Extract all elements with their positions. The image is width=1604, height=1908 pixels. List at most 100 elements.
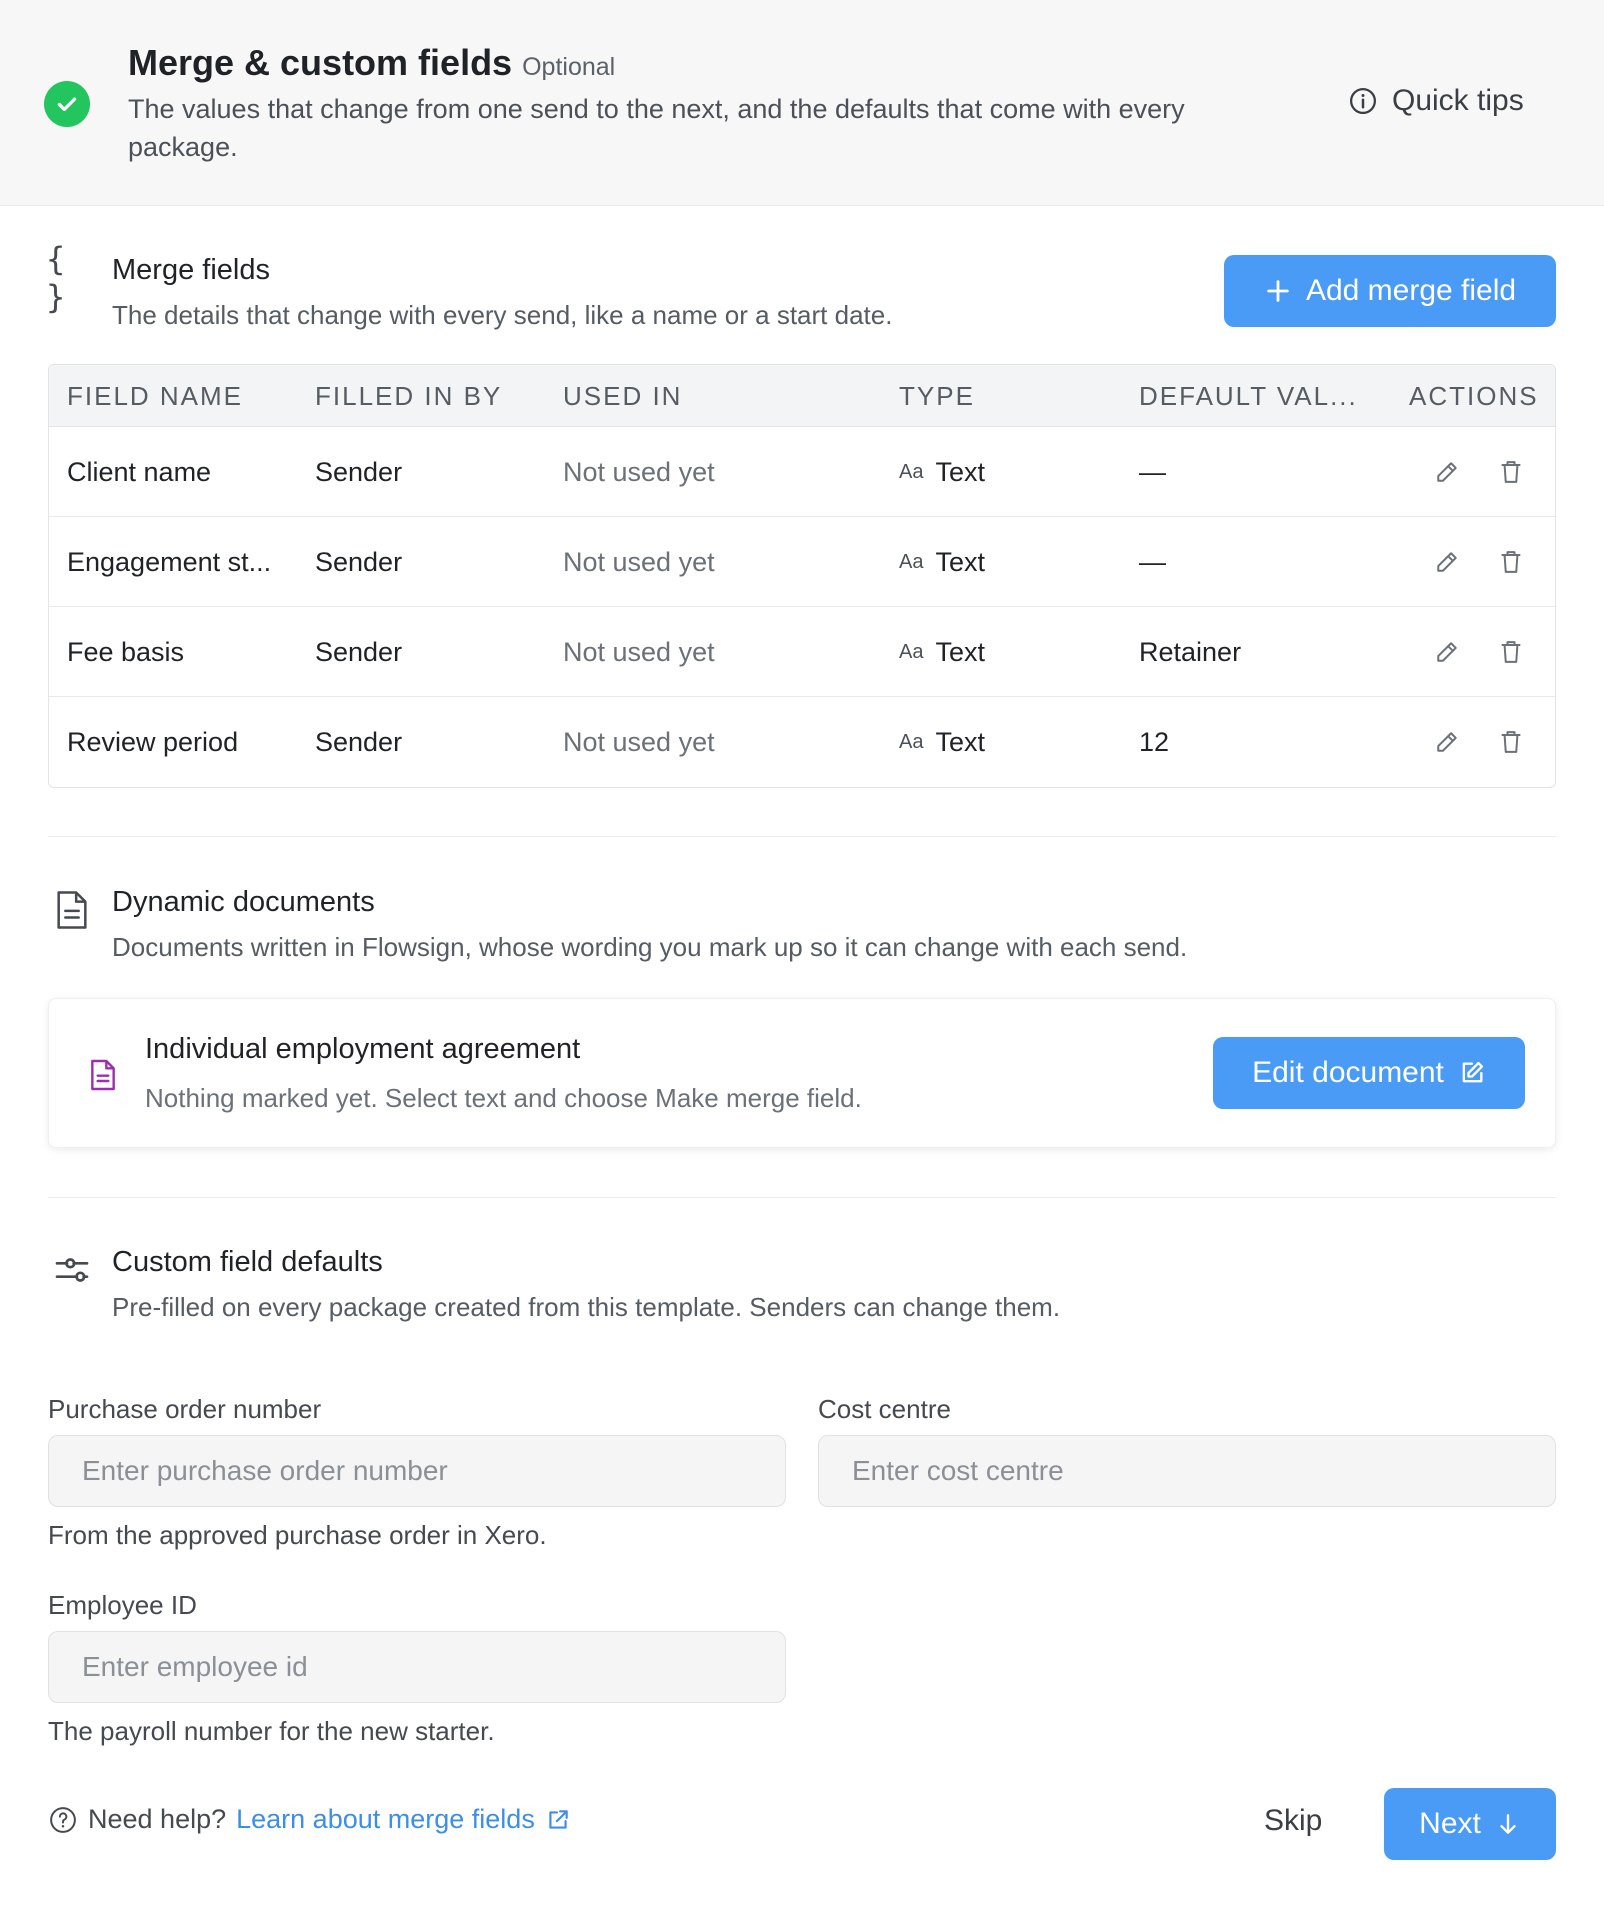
custom-field-defaults-description: Pre-filled on every package created from… [112, 1292, 1061, 1322]
document-description: Nothing marked yet. Select text and choo… [145, 1083, 862, 1113]
add-merge-field-label: Add merge field [1305, 274, 1517, 307]
section-divider [48, 836, 1556, 837]
edit-external-icon [1462, 1061, 1483, 1083]
table-header: FIELD NAME FILLED IN BY USED IN TYPE DEF… [49, 365, 1555, 427]
sliders-icon [48, 1246, 96, 1294]
edit-field-button[interactable] [1431, 726, 1463, 758]
edit-field-button[interactable] [1431, 636, 1463, 668]
cost-centre-input[interactable] [818, 1435, 1556, 1507]
field-name-cell: Engagement st... [67, 547, 272, 577]
po-number-help: From the approved purchase order in Xero… [48, 1520, 547, 1550]
employee-id-label: Employee ID [48, 1590, 197, 1620]
column-header-actions: ACTIONS [1409, 381, 1539, 411]
external-link-icon [549, 1809, 568, 1829]
merge-fields-description: The details that change with every send,… [112, 300, 893, 330]
po-number-input[interactable] [48, 1435, 786, 1507]
text-type-icon: Aa [899, 641, 924, 663]
merge-fields-table: FIELD NAME FILLED IN BY USED IN TYPE DEF… [48, 364, 1556, 788]
trash-icon [1501, 461, 1521, 483]
filled-in-by-cell: Sender [315, 547, 403, 577]
delete-field-button[interactable] [1495, 636, 1527, 668]
text-type-icon: Aa [899, 461, 924, 483]
plus-icon [1267, 280, 1289, 302]
default-value-cell: 12 [1139, 727, 1170, 757]
help-circle-icon [50, 1806, 76, 1833]
arrow-down-icon [1500, 1814, 1516, 1834]
text-type-icon: Aa [899, 731, 924, 753]
custom-field-defaults-title: Custom field defaults [112, 1246, 383, 1278]
type-cell: Aa Text [899, 427, 985, 517]
type-cell: Aa Text [899, 517, 985, 607]
default-value-cell: — [1139, 457, 1166, 487]
next-button[interactable]: Next [1384, 1788, 1556, 1860]
used-in-cell: Not used yet [563, 637, 715, 667]
used-in-cell: Not used yet [563, 457, 715, 487]
default-value-cell: — [1139, 547, 1166, 577]
employee-id-input[interactable] [48, 1631, 786, 1703]
trash-icon [1501, 551, 1521, 573]
table-row: Fee basis Sender Not used yet Aa Text Re… [49, 607, 1555, 697]
braces-icon: { } [46, 240, 70, 316]
type-label: Text [935, 547, 985, 577]
field-name-cell: Fee basis [67, 637, 185, 667]
edit-document-label: Edit document [1252, 1056, 1444, 1089]
optional-label: Optional [522, 53, 616, 81]
filled-in-by-cell: Sender [315, 637, 403, 667]
pencil-icon [1437, 642, 1457, 662]
column-header-filled-in-by: FILLED IN BY [315, 381, 503, 411]
footer-help: Need help? Learn about merge fields [48, 1804, 571, 1835]
column-header-type: TYPE [899, 381, 975, 411]
quick-tips-button[interactable]: Quick tips [1348, 84, 1524, 118]
type-label: Text [935, 727, 985, 757]
header-title-row: Merge & custom fields Optional [128, 42, 615, 84]
field-name-cell: Client name [67, 457, 212, 487]
trash-icon [1501, 641, 1521, 663]
header-description: The values that change from one send to … [128, 94, 1185, 162]
document-icon [48, 886, 96, 934]
dynamic-documents-title: Dynamic documents [112, 886, 375, 918]
table-row: Engagement st... Sender Not used yet Aa … [49, 517, 1555, 607]
default-value-cell: Retainer [1139, 637, 1242, 667]
cost-centre-label: Cost centre [818, 1394, 951, 1424]
delete-field-button[interactable] [1495, 726, 1527, 758]
field-name-cell: Review period [67, 727, 239, 757]
table-row: Review period Sender Not used yet Aa Tex… [49, 697, 1555, 787]
delete-field-button[interactable] [1495, 456, 1527, 488]
type-cell: Aa Text [899, 697, 985, 787]
edit-field-button[interactable] [1431, 456, 1463, 488]
edit-document-button[interactable]: Edit document [1213, 1037, 1525, 1109]
skip-button[interactable]: Skip [1264, 1804, 1322, 1838]
used-in-cell: Not used yet [563, 727, 715, 757]
pencil-icon [1437, 732, 1457, 752]
need-help-text: Need help? [88, 1804, 227, 1834]
type-cell: Aa Text [899, 607, 985, 697]
used-in-cell: Not used yet [563, 547, 715, 577]
type-label: Text [935, 457, 985, 487]
type-label: Text [935, 637, 985, 667]
check-circle-icon [44, 81, 90, 127]
add-merge-field-button[interactable]: Add merge field [1224, 255, 1556, 327]
column-header-used-in: USED IN [563, 381, 683, 411]
quick-tips-label: Quick tips [1392, 84, 1524, 117]
next-label: Next [1419, 1807, 1481, 1840]
pencil-icon [1437, 462, 1457, 482]
employee-id-help: The payroll number for the new starter. [48, 1716, 495, 1746]
merge-custom-fields-panel: Merge & custom fields Optional The value… [0, 0, 1604, 1908]
section-divider [48, 1197, 1556, 1198]
column-header-field-name: FIELD NAME [67, 381, 244, 411]
filled-in-by-cell: Sender [315, 727, 403, 757]
pencil-icon [1437, 552, 1457, 572]
document-file-icon [91, 1059, 115, 1091]
table-row: Client name Sender Not used yet Aa Text … [49, 427, 1555, 517]
po-number-label: Purchase order number [48, 1394, 322, 1424]
document-title: Individual employment agreement [145, 1033, 581, 1065]
learn-merge-fields-link[interactable]: Learn about merge fields [236, 1804, 571, 1835]
page-title: Merge & custom fields [128, 42, 513, 83]
learn-merge-fields-label: Learn about merge fields [236, 1804, 535, 1834]
edit-field-button[interactable] [1431, 546, 1463, 578]
column-header-default-value: DEFAULT VAL... [1139, 381, 1358, 411]
section-header: Merge & custom fields Optional The value… [0, 0, 1604, 206]
info-icon [1350, 88, 1376, 114]
merge-fields-title: Merge fields [112, 254, 270, 286]
delete-field-button[interactable] [1495, 546, 1527, 578]
